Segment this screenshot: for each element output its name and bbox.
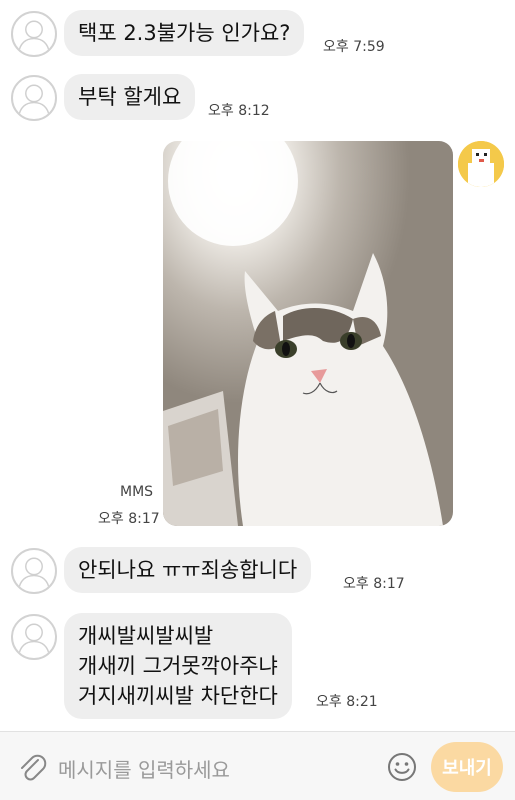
message-type-label: MMS xyxy=(120,484,154,500)
sender-avatar[interactable] xyxy=(11,548,57,594)
default-profile-icon xyxy=(17,20,51,54)
message-time: 오후 8:17 xyxy=(343,576,405,592)
message-input-bar: 메시지를 입력하세요 보내기 xyxy=(0,731,515,800)
message-bubble[interactable]: 부탁 할게요 xyxy=(64,74,196,120)
character-avatar-icon xyxy=(458,141,504,187)
sender-avatar[interactable] xyxy=(11,11,57,57)
default-profile-icon xyxy=(17,557,51,591)
message-text: 안되나요 ㅠㅠ죄송합니다 xyxy=(78,558,298,582)
message-bubble[interactable]: 택포 2.3불가능 인가요? xyxy=(64,10,305,56)
attach-clip-icon[interactable] xyxy=(16,751,48,783)
message-time: 오후 8:21 xyxy=(316,694,378,710)
default-profile-icon xyxy=(17,623,51,657)
sent-cat-photo[interactable] xyxy=(163,141,453,526)
default-profile-icon xyxy=(17,84,51,118)
emoji-icon[interactable] xyxy=(386,751,418,783)
message-bubble[interactable]: 개씨발씨발씨발 개새끼 그거못깍아주냐 거지새끼씨발 차단한다 xyxy=(64,613,292,719)
message-input[interactable]: 메시지를 입력하세요 xyxy=(58,754,230,783)
message-bubble[interactable]: 안되나요 ㅠㅠ죄송합니다 xyxy=(64,547,312,593)
message-time: 오후 7:59 xyxy=(323,39,385,55)
sender-avatar[interactable] xyxy=(11,614,57,660)
cat-photo-image xyxy=(163,141,453,526)
message-line: 거지새끼씨발 차단한다 xyxy=(78,684,278,708)
message-time: 오후 8:17 xyxy=(98,511,160,527)
send-button[interactable]: 보내기 xyxy=(431,742,503,792)
message-time: 오후 8:12 xyxy=(208,103,270,119)
message-text: 부탁 할게요 xyxy=(78,85,182,109)
message-line: 개씨발씨발씨발 xyxy=(78,624,214,648)
my-avatar[interactable] xyxy=(458,141,504,187)
sender-avatar[interactable] xyxy=(11,75,57,121)
message-text: 택포 2.3불가능 인가요? xyxy=(78,21,291,45)
message-line: 개새끼 그거못깍아주냐 xyxy=(78,654,278,678)
